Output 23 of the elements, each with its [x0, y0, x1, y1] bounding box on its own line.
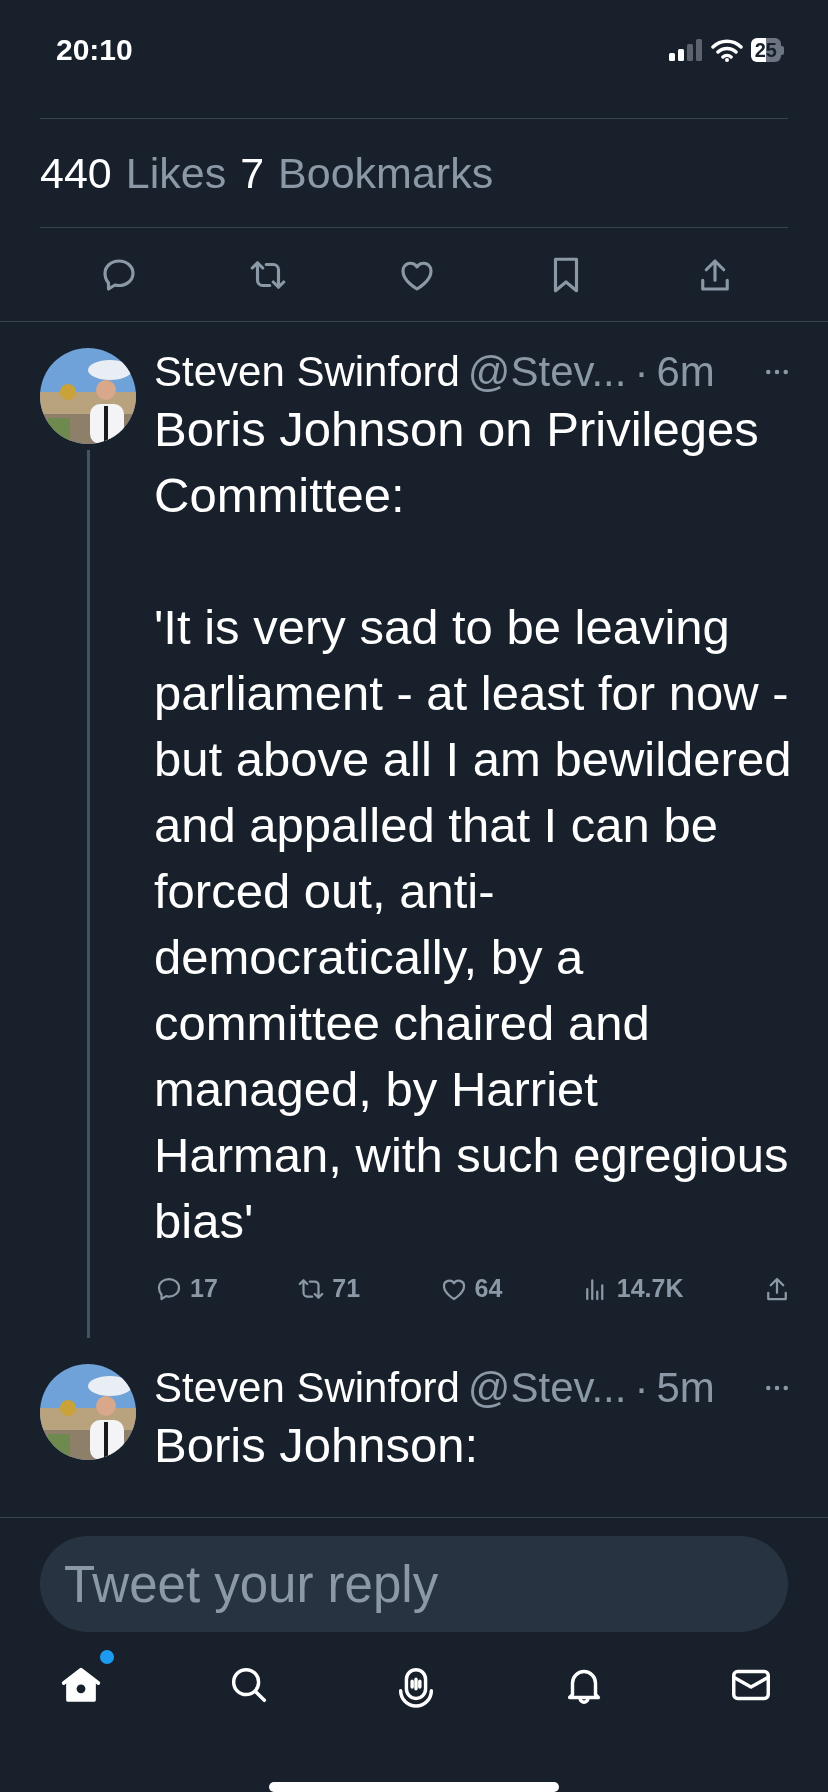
stat-label[interactable]: Likes [125, 140, 227, 206]
tweet-text: Boris Johnson on Privileges Committee: 'It is very sad to be leaving parliament - at least for now - but above all I am bewildered and appalled that I can be forced out, anti-democratically, by a committee chaired and managed, by Harriet Harman, with such egregious bias' [154, 401, 792, 1250]
stat-count: 71 [332, 1273, 361, 1304]
author-name[interactable]: Steven Swinford [154, 348, 460, 396]
tweet-time: 6m [656, 348, 715, 396]
separator-dot: · [634, 348, 649, 396]
author-name[interactable]: Steven Swinford [154, 1363, 460, 1412]
separator-dot: · [634, 1363, 649, 1412]
reply-field[interactable]: Tweet your reply [40, 1536, 788, 1632]
wifi-icon [710, 38, 743, 62]
signal-icon [668, 39, 703, 61]
stat-count: 64 [474, 1273, 503, 1304]
stat-count: 440 [40, 147, 112, 199]
stat-count: 17 [190, 1273, 218, 1304]
tweet-text: Boris Johnson: [154, 1416, 480, 1474]
status-time: 20:10 [56, 32, 133, 68]
tweet-time: 5m [656, 1363, 715, 1412]
battery-indicator: 25 [750, 38, 781, 62]
author-handle: @Stev... [467, 348, 627, 396]
author-handle: @Stev... [467, 1363, 627, 1412]
stat-count: 7 [240, 147, 265, 199]
stat-count: 14.7K [616, 1273, 684, 1304]
stat-label[interactable]: Bookmarks [278, 140, 494, 206]
